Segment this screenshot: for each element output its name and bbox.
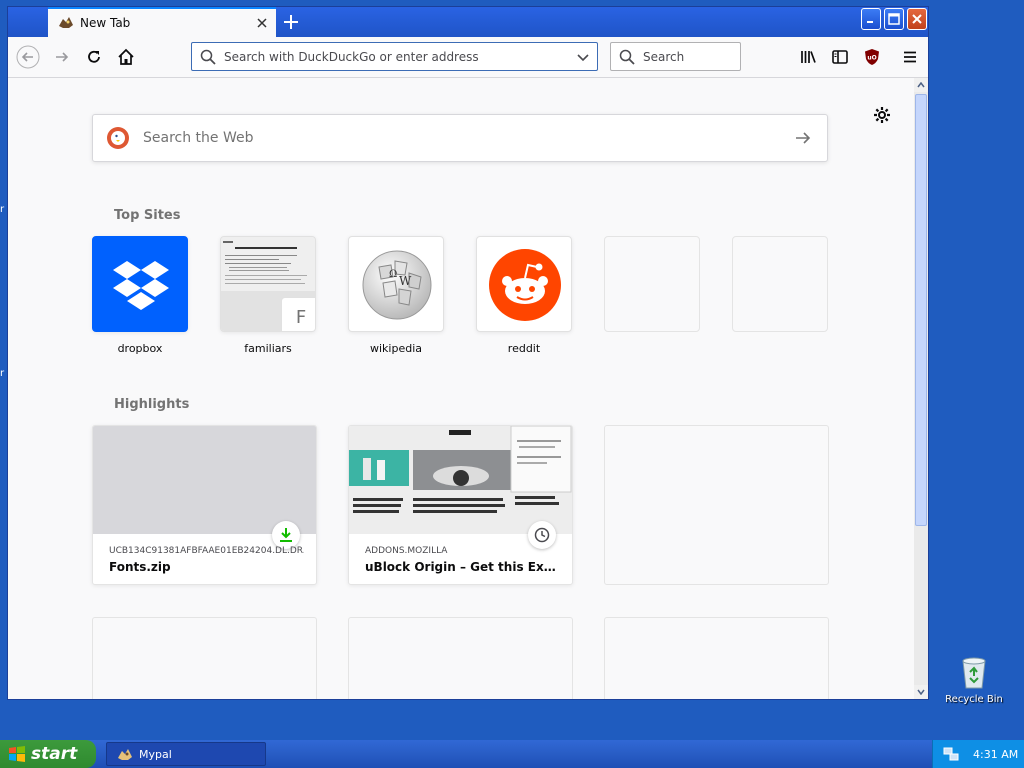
url-input[interactable] [222, 48, 566, 65]
start-button[interactable]: start [0, 740, 96, 768]
top-site-label: reddit [507, 342, 541, 355]
new-tab-page: Top Sites dropbox [8, 78, 914, 699]
desktop-edge-mark: r [0, 368, 5, 379]
svg-text:Ω: Ω [389, 269, 397, 280]
start-label: start [31, 744, 78, 764]
highlight-card-empty [348, 617, 573, 699]
minimize-button[interactable] [861, 8, 881, 30]
highlight-title: Fonts.zip [109, 560, 171, 574]
familiars-tile[interactable]: F [220, 236, 316, 332]
chevron-down-icon[interactable] [575, 49, 591, 65]
wikipedia-globe-icon: Ω W [362, 250, 432, 320]
scroll-down-icon[interactable] [914, 685, 928, 699]
mypal-app-icon [117, 747, 133, 761]
close-window-button[interactable] [907, 8, 927, 30]
taskbar-clock[interactable]: 4:31 AM [973, 748, 1018, 761]
scrollbar-thumb[interactable] [915, 94, 927, 526]
search-go-arrow-icon[interactable] [793, 128, 813, 148]
hamburger-menu-icon[interactable] [898, 45, 922, 69]
highlight-title: uBlock Origin – Get this Extensio... [365, 560, 560, 574]
wikipedia-tile[interactable]: Ω W [348, 236, 444, 332]
top-site-label: dropbox [117, 342, 163, 355]
sidebar-toggle-icon[interactable] [828, 45, 852, 69]
download-icon [272, 521, 300, 549]
tab-close-icon[interactable] [254, 15, 270, 31]
ublock-origin-icon[interactable]: uO [860, 45, 884, 69]
highlight-thumbnail [93, 426, 316, 534]
highlight-card-fonts[interactable]: UCB134C91381AFBFAAE01EB24204.DL.DR... Fo… [92, 425, 317, 585]
search-icon [200, 49, 216, 65]
vertical-scrollbar[interactable] [914, 78, 928, 699]
url-bar[interactable] [191, 42, 598, 71]
clock-icon [528, 521, 556, 549]
highlight-card-ublock[interactable]: ADDONS.MOZILLA uBlock Origin – Get this … [348, 425, 573, 585]
svg-text:uO: uO [867, 55, 876, 62]
reddit-tile[interactable] [476, 236, 572, 332]
dropbox-tile[interactable] [92, 236, 188, 332]
search-bar[interactable] [610, 42, 741, 71]
top-sites-heading: Top Sites [114, 208, 181, 223]
desktop-edge-mark: r [0, 204, 5, 215]
empty-tile [732, 236, 828, 332]
recycle-bin-label: Recycle Bin [945, 694, 1003, 705]
highlight-card-empty [604, 617, 829, 699]
browser-window: New Tab Search with DuckDuckGo or enter … [7, 6, 929, 700]
reddit-logo-icon [489, 249, 561, 321]
top-site-label: wikipedia [369, 342, 422, 355]
top-site-dropbox[interactable]: dropbox [92, 236, 188, 355]
top-site-reddit[interactable]: reddit [476, 236, 572, 355]
duckduckgo-logo-icon [107, 127, 129, 149]
dropbox-logo-icon [113, 261, 169, 310]
top-site-wikipedia[interactable]: Ω W wikipedia [348, 236, 444, 355]
new-tab-plus-icon[interactable] [280, 11, 302, 33]
mypal-favicon-icon [58, 16, 74, 30]
scroll-up-icon[interactable] [914, 78, 928, 92]
windows-flag-icon [8, 745, 26, 763]
web-search-box[interactable] [92, 114, 828, 162]
gear-icon[interactable] [872, 105, 892, 125]
home-icon[interactable] [114, 45, 138, 69]
highlight-context: UCB134C91381AFBFAAE01EB24204.DL.DR... [109, 546, 304, 556]
top-site-familiars[interactable]: F familiars [220, 236, 316, 355]
search-icon [619, 49, 635, 65]
network-icon[interactable] [943, 746, 959, 762]
highlight-thumbnail [349, 426, 572, 534]
taskbar: start Mypal 4:31 AM [0, 740, 1024, 768]
recycle-bin[interactable]: Recycle Bin [944, 656, 1004, 705]
tab-title: New Tab [80, 16, 131, 30]
system-tray: 4:31 AM [932, 740, 1024, 768]
navigation-toolbar: uO [8, 37, 928, 78]
svg-text:W: W [399, 274, 412, 288]
back-arrow-icon[interactable] [16, 45, 40, 69]
recycle-bin-icon [958, 656, 990, 690]
library-icon[interactable] [796, 45, 820, 69]
article-screenshot [349, 426, 572, 534]
taskbar-item-mypal[interactable]: Mypal [106, 742, 266, 766]
highlight-card-empty [604, 425, 829, 585]
top-site-empty [732, 236, 828, 332]
empty-tile [604, 236, 700, 332]
search-input[interactable] [641, 48, 735, 65]
reload-icon[interactable] [82, 45, 106, 69]
top-site-label: familiars [244, 342, 292, 355]
highlights-heading: Highlights [114, 397, 190, 412]
highlight-context: ADDONS.MOZILLA [365, 546, 448, 556]
web-search-input[interactable] [141, 129, 745, 147]
taskbar-item-label: Mypal [139, 747, 172, 761]
familiars-fallback-letter: F [281, 297, 315, 331]
tab-new-tab[interactable]: New Tab [48, 7, 276, 37]
maximize-button[interactable] [884, 8, 904, 30]
top-site-empty [604, 236, 700, 332]
tab-bar: New Tab [8, 7, 928, 37]
highlight-card-empty [92, 617, 317, 699]
forward-arrow-icon[interactable] [50, 45, 74, 69]
